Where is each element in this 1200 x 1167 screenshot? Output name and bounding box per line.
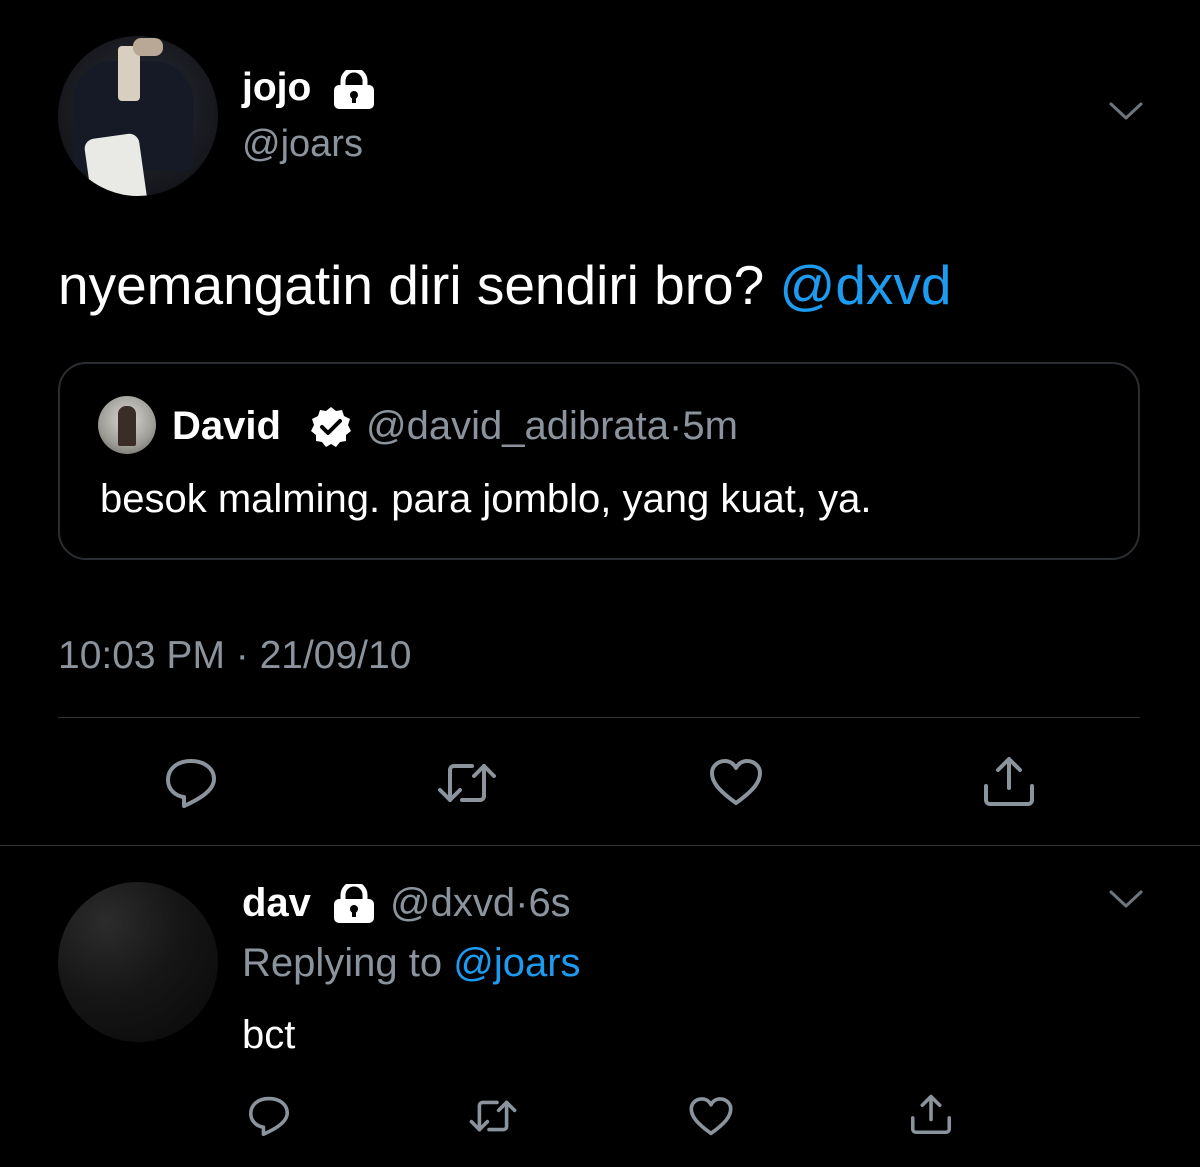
chevron-down-icon[interactable]: [1108, 100, 1144, 127]
quoted-meta: @david_adibrata·5m: [366, 402, 738, 450]
reply-handle[interactable]: @dxvd: [390, 881, 515, 925]
quoted-time: 5m: [682, 404, 738, 448]
quoted-author-avatar: [98, 396, 156, 454]
quoted-handle: @david_adibrata: [366, 404, 670, 448]
tweet-timestamp: 10:03 PM · 21/09/10: [58, 634, 412, 677]
reply-icon[interactable]: [246, 1094, 292, 1143]
tweet-text-body: nyemangatin diri sendiri bro?: [58, 254, 780, 316]
divider: [58, 717, 1140, 718]
retweet-icon[interactable]: [436, 758, 498, 813]
replying-to-mention-link[interactable]: @joars: [453, 941, 580, 985]
replying-to-line: Replying to @joars: [242, 938, 581, 988]
quoted-separator: ·: [669, 404, 683, 448]
author-avatar[interactable]: [58, 36, 218, 196]
reply-icon[interactable]: [162, 756, 220, 815]
share-icon[interactable]: [908, 1092, 954, 1141]
avatar-shirt: [83, 132, 148, 196]
chevron-down-icon[interactable]: [1108, 888, 1144, 915]
reply-text: bct: [242, 1013, 296, 1057]
quoted-author-name: David: [172, 404, 281, 448]
like-icon[interactable]: [708, 758, 764, 813]
quoted-avatar-figure: [118, 406, 136, 446]
lock-icon: [331, 67, 377, 115]
reply-author-avatar[interactable]: [58, 882, 218, 1042]
verified-badge-icon: [308, 404, 354, 455]
author-handle[interactable]: @joars: [242, 120, 363, 168]
tweet-mention-link[interactable]: @dxvd: [780, 254, 952, 316]
avatar-hand: [133, 38, 163, 56]
author-display-name[interactable]: jojo: [242, 64, 311, 112]
quoted-tweet-text: besok malming. para jomblo, yang kuat, y…: [100, 477, 872, 521]
retweet-icon[interactable]: [468, 1096, 518, 1141]
lock-icon: [331, 881, 377, 929]
reply-separator: ·: [515, 881, 529, 925]
replying-to-label: Replying to: [242, 941, 454, 985]
divider: [0, 845, 1200, 846]
reply-time: 6s: [528, 881, 571, 925]
reply-meta: @dxvd·6s: [390, 878, 571, 928]
like-icon[interactable]: [688, 1096, 734, 1143]
share-icon[interactable]: [980, 754, 1038, 813]
tweet-text: nyemangatin diri sendiri bro? @dxvd: [58, 252, 952, 318]
quoted-tweet-card[interactable]: [58, 362, 1140, 560]
reply-author-name[interactable]: dav: [242, 878, 311, 928]
